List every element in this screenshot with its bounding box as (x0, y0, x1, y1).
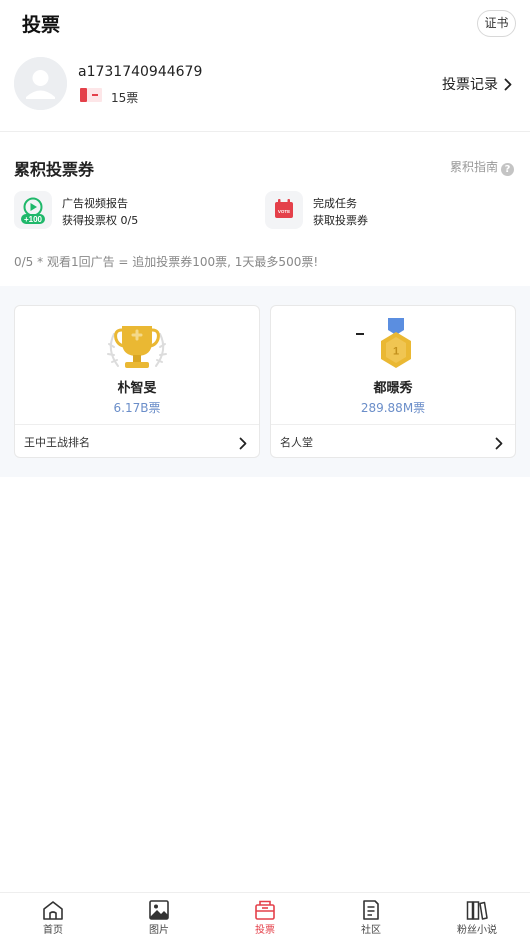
tab-vote[interactable]: 投票 (212, 893, 318, 942)
document-icon (363, 900, 379, 920)
task-watch-ad[interactable]: +100 广告视频报告 获得投票权 0/5 (14, 191, 254, 231)
ad-reward-note: 0/5 * 观看1回广告 = 追加投票券100票, 1天最多500票! (14, 255, 319, 269)
task-badge: VOTE (278, 209, 290, 214)
chevron-right-icon (495, 435, 503, 454)
profile-section: a1731740944679 15票 投票记录 (0, 48, 530, 132)
card-footer[interactable]: 名人堂 (271, 424, 515, 458)
default-avatar-icon (14, 57, 67, 110)
card-footer[interactable]: 王中王战排名 (15, 424, 259, 458)
task-badge: +100 (24, 215, 43, 224)
task-title: 完成任务 (313, 197, 357, 210)
chevron-right-icon (504, 78, 512, 95)
tab-label: 首页 (43, 925, 63, 936)
username: a1731740944679 (78, 64, 203, 80)
home-icon (43, 901, 63, 920)
header: 投票 证书 (0, 0, 530, 48)
ranking-card-king[interactable]: 朴智旻 6.17B票 王中王战排名 (14, 305, 260, 458)
help-icon: ? (501, 163, 514, 176)
tab-label: 粉丝小说 (457, 925, 497, 936)
card-votes: 6.17B票 (113, 401, 161, 415)
chevron-right-icon (239, 435, 247, 454)
vote-record-label: 投票记录 (442, 77, 498, 93)
section-title: 累积投票券 (14, 160, 95, 179)
tab-fan-fiction[interactable]: 粉丝小说 (424, 893, 530, 942)
play-video-icon: +100 (14, 191, 52, 229)
guide-link[interactable]: 累积指南? (450, 158, 514, 176)
card-name: 都暻秀 (373, 381, 413, 396)
tab-label: 图片 (149, 925, 169, 936)
tab-home[interactable]: 首页 (0, 893, 106, 942)
avatar[interactable] (14, 57, 67, 110)
task-title: 广告视频报告 (62, 197, 128, 210)
task-subtitle: 获取投票券 (313, 214, 368, 227)
tab-images[interactable]: 图片 (106, 893, 212, 942)
certificate-button[interactable]: 证书 (477, 10, 516, 37)
task-complete-missions[interactable]: VOTE 完成任务 获取投票券 (265, 191, 505, 231)
page-title: 投票 (22, 14, 61, 36)
card-footer-label: 名人堂 (280, 436, 313, 449)
medal-icon: 1 (271, 316, 515, 376)
card-footer-label: 王中王战排名 (24, 436, 90, 449)
tab-label: 社区 (361, 925, 381, 936)
books-icon (466, 901, 488, 920)
ticket-count: 15票 (111, 91, 139, 105)
ranking-card-hall-of-fame[interactable]: 1 都暻秀 289.88M票 名人堂 (270, 305, 516, 458)
vote-record-link[interactable]: 投票记录 (442, 74, 512, 95)
tab-label: 投票 (255, 925, 275, 936)
medal-number: 1 (393, 346, 399, 358)
ticket-icon (80, 88, 102, 102)
tab-community[interactable]: 社区 (318, 893, 424, 942)
guide-label: 累积指南 (449, 160, 498, 174)
bottom-tab-bar: 首页 图片 投票 社区 粉丝小说 (0, 892, 530, 942)
calendar-vote-icon: VOTE (265, 191, 303, 229)
vote-box-icon (255, 900, 275, 920)
card-name: 朴智旻 (117, 381, 157, 396)
trophy-icon (15, 316, 259, 376)
image-icon (149, 900, 169, 920)
task-subtitle: 获得投票权 0/5 (62, 214, 139, 227)
card-votes: 289.88M票 (360, 401, 426, 415)
